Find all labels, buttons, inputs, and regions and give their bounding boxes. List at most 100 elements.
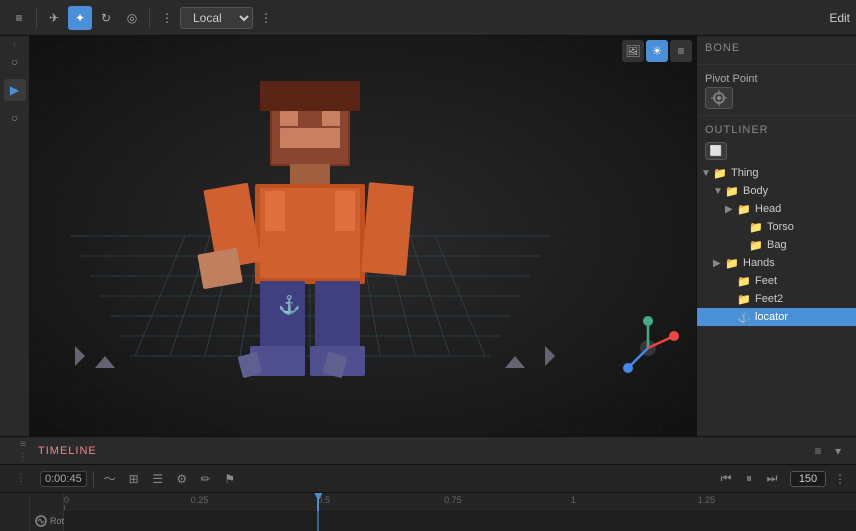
tl-sep [93, 471, 94, 487]
viewport-sun-icon[interactable]: ☀ [646, 40, 668, 62]
tl-next-icon[interactable]: ⏭ [762, 469, 782, 489]
circle-icon-2[interactable]: ○ [4, 107, 26, 129]
top-toolbar: ≡ ✈ ✦ ↻ ◎ ⋮ Local Global ⋮ Edit [0, 0, 856, 36]
folder-icon-torso: 📁 [749, 220, 763, 234]
frame-input[interactable] [790, 471, 826, 487]
target-icon[interactable]: ◎ [120, 6, 144, 30]
anchor-icon: ⚓ [278, 295, 300, 316]
outliner-filter: ⬜ [697, 140, 856, 164]
tl-prev-icon[interactable]: ⏮ [716, 469, 736, 489]
bottom-dots-icon[interactable]: ⋮ [18, 452, 28, 463]
tl-sidebar-dots: ⋮ [6, 473, 36, 484]
channel-icon [34, 514, 48, 528]
ruler-row: 0 0.25 0.5 0.75 1 1.25 [0, 493, 856, 511]
label-body: Body [743, 185, 768, 197]
folder-icon-feet2: 📁 [737, 292, 751, 306]
tl-play-icon[interactable]: ⏸ [739, 469, 759, 489]
pivot-icon [711, 90, 727, 106]
folder-icon-bag: 📁 [749, 238, 763, 252]
tl-adjust-icon[interactable]: ⚙ [172, 469, 192, 489]
label-feet2: Feet2 [755, 293, 783, 305]
tl-filter-icon[interactable]: ⊞ [124, 469, 144, 489]
tree-item-hands[interactable]: ▶ 📁 Hands [697, 254, 856, 272]
right-panel: BONE Pivot Point OUTLINER ⬜ [696, 36, 856, 436]
tl-menu-icon[interactable]: ≡ [808, 441, 828, 461]
bottom-menu-icon[interactable]: ≡ [20, 439, 26, 450]
mark-125: 1.25 [698, 495, 716, 505]
tree-item-bag[interactable]: 📁 Bag [697, 236, 856, 254]
mark-025: 0.25 [191, 495, 209, 505]
tl-more-icon[interactable]: ⋮ [830, 469, 850, 489]
viewport[interactable]: ⚓ 🖼 ☀ ≡ [30, 36, 696, 436]
menu-icon[interactable]: ≡ [7, 6, 31, 30]
mark-0: 0 [64, 495, 69, 510]
folder-icon-thing: 📁 [713, 166, 727, 180]
playhead [317, 493, 319, 511]
play-icon[interactable]: ▶ [4, 79, 26, 101]
time-display: 0:00:45 [40, 471, 87, 487]
channel-timeline-area[interactable] [64, 511, 856, 531]
channel-sidebar [0, 511, 30, 531]
timeline-title: TIMELINE [38, 445, 97, 457]
viewport-toolbar: 🖼 ☀ ≡ [622, 40, 692, 62]
bone-section: BONE [697, 36, 856, 65]
snap-icon[interactable]: ✈ [42, 6, 66, 30]
rotate-icon[interactable]: ↻ [94, 6, 118, 30]
viewport-menu-icon[interactable]: ≡ [670, 40, 692, 62]
filter-button[interactable]: ⬜ [705, 142, 727, 160]
chevron-hands: ▶ [713, 258, 725, 269]
label-thing: Thing [731, 167, 759, 179]
sidebar-dots-top: · · [9, 42, 20, 45]
timeline-content: 0 0.25 0.5 0.75 1 1.25 [0, 493, 856, 531]
playhead-channel [317, 511, 319, 531]
main-area: · · ○ ▶ ○ [0, 36, 856, 436]
chevron-head: ▶ [725, 204, 737, 215]
circle-icon-1[interactable]: ○ [4, 51, 26, 73]
timeline-header: ≡ ⋮ TIMELINE ≡ ▾ [0, 437, 856, 465]
tl-list-icon[interactable]: ☰ [148, 469, 168, 489]
mode-dropdown[interactable]: Local Global [180, 7, 253, 29]
chevron-body: ▼ [713, 186, 725, 197]
folder-icon-hands: 📁 [725, 256, 739, 270]
pivot-label: Pivot Point [705, 73, 758, 85]
bone-title: BONE [705, 42, 848, 54]
folder-icon-body: 📁 [725, 184, 739, 198]
tree-item-locator[interactable]: ⚓ locator [697, 308, 856, 326]
tree-item-feet[interactable]: 📁 Feet [697, 272, 856, 290]
tree-item-body[interactable]: ▼ 📁 Body [697, 182, 856, 200]
timeline-toolbar: ⋮ 0:00:45 〜 ⊞ ☰ ⚙ ✏ ⚑ ⏮ ⏸ ⏭ ⋮ [0, 465, 856, 493]
tl-dropdown-icon[interactable]: ▾ [828, 441, 848, 461]
mark-075: 0.75 [444, 495, 462, 505]
tree-item-head[interactable]: ▶ 📁 Head [697, 200, 856, 218]
tree-item-feet2[interactable]: 📁 Feet2 [697, 290, 856, 308]
label-head: Head [755, 203, 781, 215]
mark-1: 1 [571, 495, 576, 505]
tl-graph-icon[interactable]: 〜 [100, 469, 120, 489]
label-feet: Feet [755, 275, 777, 287]
outliner-title: OUTLINER [697, 120, 856, 140]
more-icon[interactable]: ⋮ [254, 6, 278, 30]
tl-toolbar-left-space: ⋮ [6, 473, 36, 484]
label-hands: Hands [743, 257, 775, 269]
outliner-section: OUTLINER ⬜ ▼ 📁 Thing ▼ 📁 Body ▶ 📁 Hea [697, 116, 856, 436]
label-torso: Torso [767, 221, 794, 233]
ruler: 0 0.25 0.5 0.75 1 1.25 [64, 493, 856, 511]
channel-label-area: Rotation [30, 511, 64, 531]
folder-icon-head: 📁 [737, 202, 751, 216]
sep1 [36, 8, 37, 28]
bottom-sidebar-header: ≡ ⋮ [8, 435, 38, 467]
dots-icon[interactable]: ⋮ [155, 6, 179, 30]
viewport-svg [30, 36, 696, 436]
tl-controls: ⏮ ⏸ ⏭ [716, 469, 782, 489]
tree-item-torso[interactable]: 📁 Torso [697, 218, 856, 236]
transform-icon[interactable]: ✦ [68, 6, 92, 30]
tl-pencil-icon[interactable]: ✏ [196, 469, 216, 489]
viewport-image-icon[interactable]: 🖼 [622, 40, 644, 62]
tl-flag-icon[interactable]: ⚑ [220, 469, 240, 489]
label-bag: Bag [767, 239, 787, 251]
tree-item-thing[interactable]: ▼ 📁 Thing [697, 164, 856, 182]
folder-icon-feet: 📁 [737, 274, 751, 288]
edit-label: Edit [829, 11, 850, 25]
pivot-button[interactable] [705, 87, 733, 109]
bottom-section: ≡ ⋮ TIMELINE ≡ ▾ ⋮ 0:00:45 〜 ⊞ ☰ ⚙ ✏ ⚑ ⏮… [0, 436, 856, 531]
